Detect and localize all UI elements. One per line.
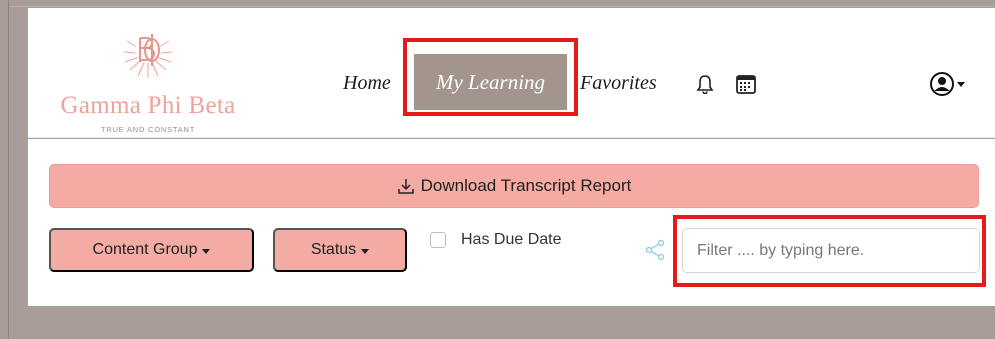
nav-home[interactable]: Home	[343, 72, 391, 95]
filter-input[interactable]	[682, 228, 980, 273]
has-due-date-label: Has Due Date	[461, 231, 562, 248]
download-transcript-button[interactable]: Download Transcript Report	[49, 164, 979, 208]
download-icon	[397, 179, 414, 194]
share-icon[interactable]	[643, 238, 667, 262]
nav-my-learning[interactable]: My Learning	[414, 54, 567, 110]
status-dropdown[interactable]: Status	[273, 228, 407, 272]
brand-tagline: TRUE AND CONSTANT	[100, 125, 196, 134]
brand-name: Gamma Phi Beta	[60, 92, 236, 119]
learning-toolbar: Download Transcript Report Content Group…	[28, 139, 995, 306]
site-header: Gamma Phi Beta TRUE AND CONSTANT Home My…	[28, 8, 995, 138]
caret-down-icon	[202, 248, 211, 254]
content-group-label: Content Group	[92, 241, 198, 258]
has-due-date-checkbox[interactable]	[430, 232, 446, 248]
window-top-edge	[10, 0, 995, 7]
download-transcript-label: Download Transcript Report	[420, 176, 632, 195]
has-due-date-filter[interactable]: Has Due Date	[430, 231, 562, 249]
caret-down-icon	[361, 248, 370, 254]
user-account-icon[interactable]	[928, 70, 968, 98]
nav-favorites[interactable]: Favorites	[580, 72, 657, 95]
calendar-icon[interactable]	[734, 72, 758, 96]
brand-logo[interactable]: Gamma Phi Beta TRUE AND CONSTANT	[28, 12, 268, 138]
window-left-edge	[0, 0, 9, 339]
bell-icon[interactable]	[694, 72, 716, 96]
status-label: Status	[310, 241, 357, 258]
content-group-dropdown[interactable]: Content Group	[49, 228, 254, 272]
page-background	[10, 306, 995, 339]
crest-icon	[123, 34, 173, 78]
